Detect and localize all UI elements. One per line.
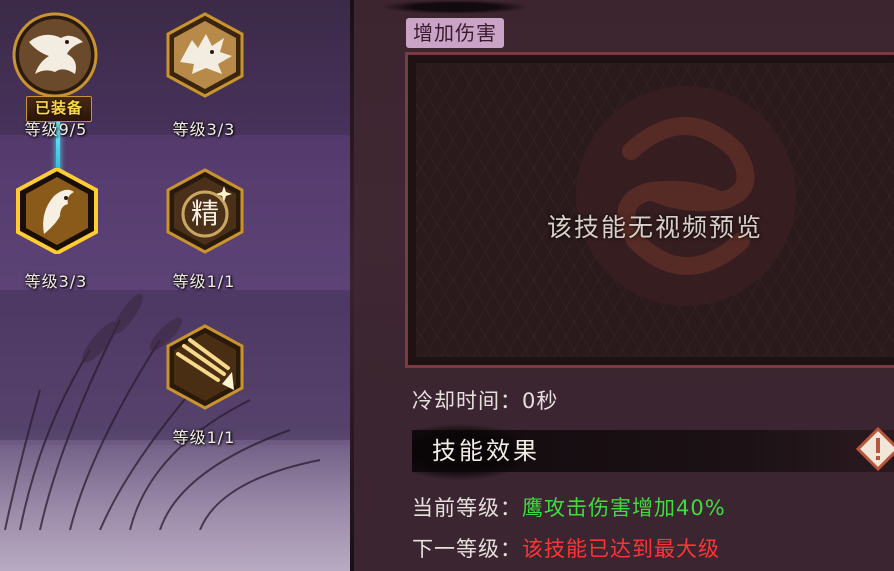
video-preview-frame: 该技能无视频预览 xyxy=(405,52,894,368)
next-level-value: 该技能已达到最大级 xyxy=(522,537,720,561)
skill-tree-panel: 已装备 等级9/5 等级3/3 等级3/3 精 等级1/1 等级1/1 xyxy=(0,0,352,571)
skill-node-wolf[interactable]: 等级3/3 xyxy=(154,12,254,139)
wolf-icon xyxy=(166,12,244,98)
current-level-line: 当前等级：鹰攻击伤害增加40% xyxy=(412,492,726,522)
next-level-label: 下一等级： xyxy=(412,537,522,561)
skill-title: 增加伤害 xyxy=(406,18,504,48)
effect-section-title: 技能效果 xyxy=(432,437,540,465)
arrow-burst-icon xyxy=(166,324,244,410)
current-level-label: 当前等级： xyxy=(412,496,522,520)
skill-level-label: 等级1/1 xyxy=(172,272,236,291)
eagle-icon xyxy=(12,12,98,98)
skill-node-eagle-selected[interactable]: 等级3/3 xyxy=(6,166,106,291)
jing-icon: 精 xyxy=(166,168,244,254)
no-video-message: 该技能无视频预览 xyxy=(546,213,763,242)
cooldown-text: 冷却时间：0秒 xyxy=(412,389,559,413)
effect-section-header: 技能效果 xyxy=(412,424,894,480)
current-level-value: 鹰攻击伤害增加40% xyxy=(522,496,726,520)
skill-node-eagle-head[interactable]: 已装备 等级9/5 xyxy=(6,12,106,139)
warning-icon[interactable] xyxy=(856,427,894,471)
skill-level-label: 等级1/1 xyxy=(172,428,236,447)
ornament-emblem-icon xyxy=(576,86,796,306)
skill-node-jing[interactable]: 精 等级1/1 xyxy=(154,168,254,291)
skill-level-label: 等级3/3 xyxy=(24,272,88,291)
ink-splash-decoration xyxy=(380,0,530,14)
jing-glyph: 精 xyxy=(191,197,219,230)
skill-node-arrows[interactable]: 等级1/1 xyxy=(154,324,254,447)
skill-level-label: 等级9/5 xyxy=(24,120,88,139)
video-preview-area: 该技能无视频预览 xyxy=(416,63,894,357)
skill-level-label: 等级3/3 xyxy=(172,120,236,139)
eagle-feather-icon xyxy=(16,166,98,256)
next-level-line: 下一等级：该技能已达到最大级 xyxy=(412,533,720,563)
